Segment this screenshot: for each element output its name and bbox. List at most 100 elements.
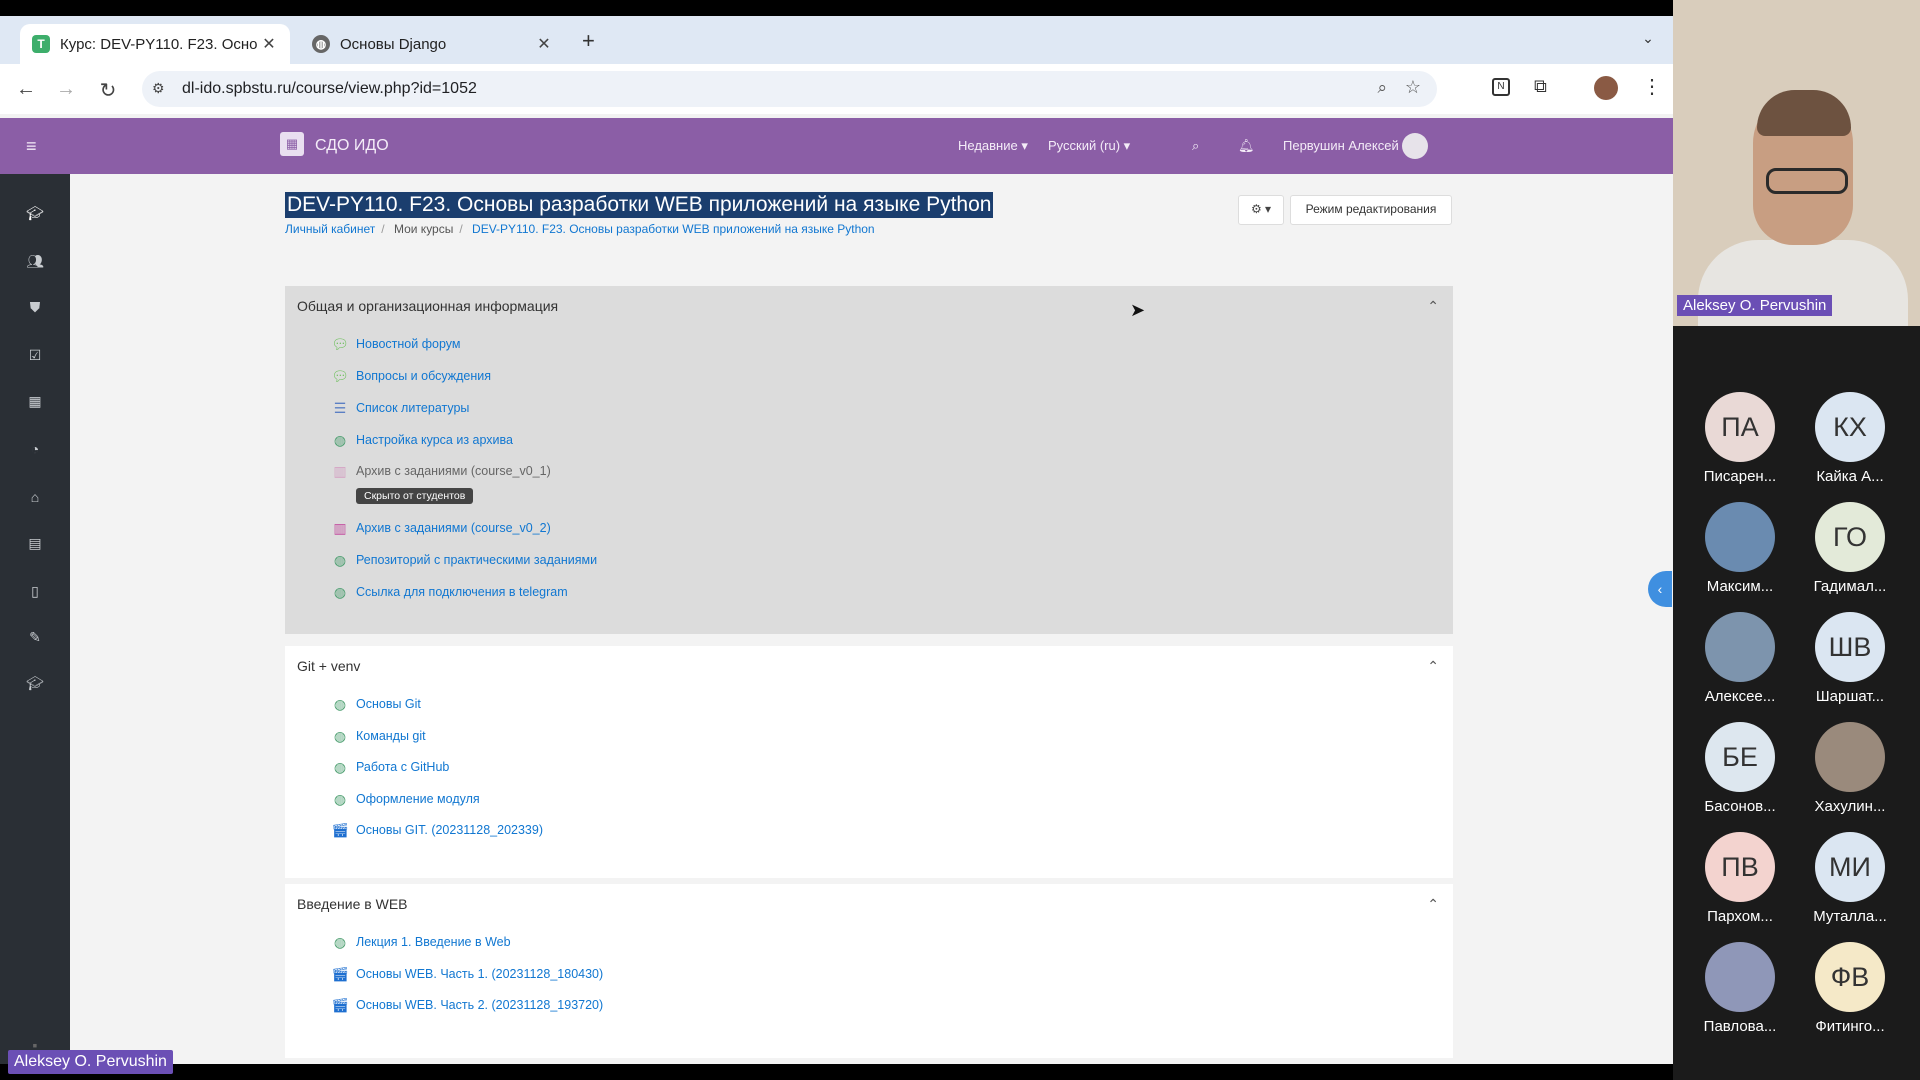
participant-tile[interactable]: ПА Писарен... [1685,392,1795,485]
address-bar[interactable]: ⚙ dl-ido.spbstu.ru/course/view.php?id=10… [142,71,1437,107]
participants-icon[interactable]: 👥︎ [24,250,46,272]
extensions-puzzle-icon[interactable]: ⧉ [1534,76,1547,97]
files-icon[interactable]: ▯ [24,580,46,602]
activity-label[interactable]: Архив с заданиями (course_v0_2) [356,521,551,535]
hamburger-menu-icon[interactable]: ≡ [26,118,37,174]
activity-label[interactable]: Основы WEB. Часть 2. (20231128_193720) [356,998,603,1012]
reload-icon[interactable]: ↻ [96,78,120,103]
activity-label[interactable]: Работа с GitHub [356,760,449,774]
notion-extension-icon[interactable]: N [1492,78,1510,96]
url-globe-icon: ◍ [333,727,347,744]
activity-label[interactable]: Команды git [356,729,426,743]
close-icon[interactable]: ✕ [535,34,553,54]
participant-tile[interactable]: МИ Муталла... [1795,832,1905,925]
activity-label[interactable]: Оформление модуля [356,792,480,806]
forum-icon: 💬︎ [331,367,349,384]
activity-label[interactable]: Новостной форум [356,337,460,351]
chevron-up-icon[interactable]: ⌃ [1427,298,1439,315]
activity-telegram-link[interactable]: ◍ Ссылка для подключения в telegram [330,582,568,602]
activity-news-forum[interactable]: 💬︎ Новостной форум [330,334,460,354]
breadcrumb-dashboard[interactable]: Личный кабинет [285,222,375,236]
activity-archive-v0-1[interactable]: ▥ Архив с заданиями (course_v0_1) [330,461,551,481]
section-title[interactable]: Введение в WEB [297,896,408,912]
url-text[interactable]: dl-ido.spbstu.ru/course/view.php?id=1052 [182,80,477,98]
tab-course[interactable]: T Курс: DEV-PY110. F23. Осно ✕ [20,24,290,64]
chevron-up-icon[interactable]: ⌃ [1427,658,1439,675]
participant-tile[interactable]: ПВ Пархом... [1685,832,1795,925]
activity-git-basics[interactable]: ◍ Основы Git [330,694,421,714]
activity-web-video-1[interactable]: 🎬︎ Основы WEB. Часть 1. (20231128_180430) [330,964,603,984]
activity-reading-list[interactable]: ☰ Список литературы [330,398,470,418]
participant-initials: ПА [1705,392,1775,462]
dashboard-gauge-icon[interactable]: ◔ [24,438,46,460]
badges-shield-icon[interactable]: ⛊ [24,296,46,318]
user-menu-name[interactable]: Первушин Алексей [1283,118,1399,174]
participant-tile[interactable]: Павлова... [1685,942,1795,1035]
activity-repository[interactable]: ◍ Репозиторий с практическими заданиями [330,550,597,570]
course-cap-icon[interactable]: 🎓︎ [24,202,46,224]
close-icon[interactable]: ✕ [260,34,278,54]
participant-tile[interactable]: Максим... [1685,502,1795,595]
back-arrow-icon[interactable]: ← [14,78,38,101]
recent-menu[interactable]: Недавние ▾ [958,118,1028,174]
video-clapper-icon: 🎬︎ [331,996,349,1013]
participant-tile[interactable]: Алексее... [1685,612,1795,705]
activity-lecture-1[interactable]: ◍ Лекция 1. Введение в Web [330,932,511,952]
grades-table-icon[interactable]: ▦ [24,390,46,412]
participant-tile[interactable]: Хахулин... [1795,722,1905,815]
competencies-check-icon[interactable]: ☑ [24,344,46,366]
site-name[interactable]: СДО ИДО [315,118,389,174]
participant-tile[interactable]: БЕ Басонов... [1685,722,1795,815]
my-courses-icon[interactable]: 🎓︎ [24,672,46,694]
active-speaker-video[interactable]: Aleksey O. Pervushin [1673,0,1920,326]
participant-tile[interactable]: КХ Кайка А... [1795,392,1905,485]
bell-icon[interactable]: 🔔︎ [1238,118,1255,174]
bookmark-star-icon[interactable]: ☆ [1405,77,1421,98]
activity-label[interactable]: Список литературы [356,401,469,415]
site-logo-icon[interactable]: ▦ [280,132,304,156]
url-globe-icon: ◍ [333,551,347,568]
activity-git-commands[interactable]: ◍ Команды git [330,726,426,746]
activity-label[interactable]: Настройка курса из архива [356,433,513,447]
activity-label[interactable]: Основы Git [356,697,421,711]
participant-name: Кайка А... [1816,468,1884,485]
site-settings-icon[interactable]: ⚙ [152,80,165,97]
language-menu[interactable]: Русский (ru) ▾ [1048,118,1130,174]
section-title[interactable]: Общая и организационная информация [297,298,558,314]
calendar-icon[interactable]: ▤ [24,532,46,554]
activity-label[interactable]: Репозиторий с практическими заданиями [356,553,597,567]
breadcrumb-course[interactable]: DEV-PY110. F23. Основы разработки WEB пр… [472,222,875,236]
activity-web-video-2[interactable]: 🎬︎ Основы WEB. Часть 2. (20231128_193720) [330,995,603,1015]
participant-tile[interactable]: ГО Гадимал... [1795,502,1905,595]
chevron-up-icon[interactable]: ⌃ [1427,896,1439,913]
course-settings-gear-button[interactable]: ⚙ ▾ [1238,195,1284,225]
activity-git-video[interactable]: 🎬︎ Основы GIT. (20231128_202339) [330,820,543,840]
edit-mode-button[interactable]: Режим редактирования [1290,195,1452,225]
activity-label[interactable]: Лекция 1. Введение в Web [356,935,511,949]
participant-tile[interactable]: ШВ Шаршат... [1795,612,1905,705]
user-avatar[interactable] [1402,133,1428,159]
activity-label[interactable]: Вопросы и обсуждения [356,369,491,383]
tab-search-chevron-icon[interactable]: ⌄ [1635,30,1661,52]
activity-label[interactable]: Основы GIT. (20231128_202339) [356,823,543,837]
kebab-menu-icon[interactable]: ⋮ [1642,74,1662,99]
new-tab-button[interactable]: + [582,28,595,54]
activity-archive-v0-2[interactable]: ▥ Архив с заданиями (course_v0_2) [330,518,551,538]
forward-arrow-icon[interactable]: → [54,78,78,101]
activity-course-setup[interactable]: ◍ Настройка курса из архива [330,430,513,450]
activity-label[interactable]: Архив с заданиями (course_v0_1) [356,464,551,478]
activity-discussion-forum[interactable]: 💬︎ Вопросы и обсуждения [330,366,491,386]
brush-icon[interactable]: ✎ [24,626,46,648]
home-icon[interactable]: ⌂ [24,486,46,508]
activity-github[interactable]: ◍ Работа с GitHub [330,757,449,777]
tab-django[interactable]: ◍ Основы Django ✕ [300,24,565,64]
activity-label[interactable]: Основы WEB. Часть 1. (20231128_180430) [356,967,603,981]
breadcrumb-my-courses[interactable]: Мои курсы [394,222,453,236]
profile-avatar[interactable] [1594,76,1618,100]
section-title[interactable]: Git + venv [297,658,360,674]
zoom-icon[interactable]: ⌕ [1377,78,1387,98]
activity-module-format[interactable]: ◍ Оформление модуля [330,789,480,809]
activity-label[interactable]: Ссылка для подключения в telegram [356,585,568,599]
participant-tile[interactable]: ФВ Фитинго... [1795,942,1905,1035]
search-icon[interactable]: ⌕ [1192,118,1199,174]
